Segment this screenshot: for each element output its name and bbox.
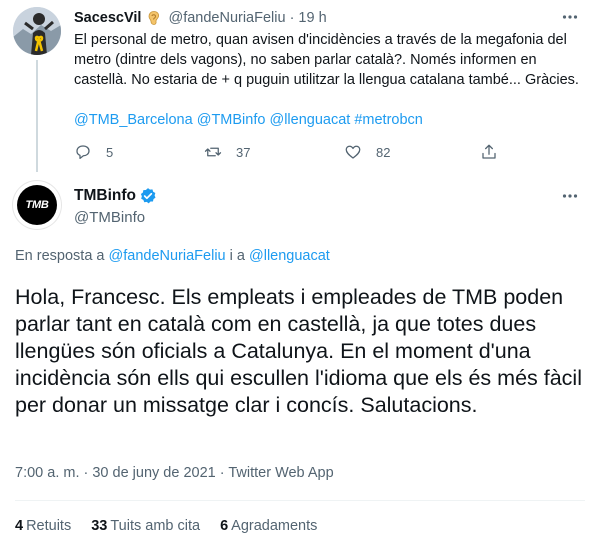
hashtag-link[interactable]: #metrobcn [354, 112, 423, 128]
display-name[interactable]: TMBinfo [74, 187, 136, 205]
tmb-logo: TMB [17, 185, 57, 225]
like-count: 82 [376, 144, 391, 160]
tweet-text: El personal de metro, quan avisen d'inci… [74, 32, 579, 88]
mention-link[interactable]: @llenguacat [269, 112, 350, 128]
mention-link[interactable]: @TMB_Barcelona [74, 112, 193, 128]
share-icon [482, 144, 496, 159]
divider [15, 500, 585, 501]
like-button[interactable]: 82 [344, 141, 390, 163]
timestamp[interactable]: 19 h [298, 10, 326, 26]
retweets-count: 4 [15, 518, 24, 534]
avatar-image [13, 7, 61, 55]
retweets-stat[interactable]: 4 Retuits [15, 518, 71, 534]
tweet-actions: 5 37 82 [74, 141, 514, 163]
more-options-icon[interactable] [560, 186, 580, 206]
thread-line [36, 60, 38, 172]
tweet-text: Hola, Francesc. Els empleats i empleades… [15, 285, 582, 417]
display-name[interactable]: SacescVil [74, 10, 141, 26]
separator-dot: · [289, 10, 295, 26]
tweet-hashtags: @TMB_Barcelona @TMBinfo @llenguacat #met… [74, 110, 584, 130]
tweet-header: SacescVil @fandeNuriaFeliu · 19 h [74, 9, 327, 27]
ear-icon [146, 10, 162, 26]
replying-to: En resposta a @fandeNuriaFeliu i a @llen… [15, 248, 330, 264]
mention-link[interactable]: @llenguacat [249, 248, 330, 264]
reply-join: i a [229, 248, 245, 264]
mention-link[interactable]: @fandeNuriaFeliu [109, 248, 226, 264]
username[interactable]: @fandeNuriaFeliu [168, 10, 285, 26]
reply-icon [76, 145, 90, 160]
retweets-label: Retuits [26, 518, 72, 534]
quotes-count: 33 [91, 518, 108, 534]
quotes-label: Tuits amb cita [110, 518, 201, 534]
more-options-icon[interactable] [560, 7, 580, 27]
tweet-stats: 4 Retuits 33 Tuits amb cita 6 Agradaments [15, 518, 337, 534]
reply-button[interactable]: 5 [74, 141, 113, 163]
retweet-button[interactable]: 37 [204, 141, 250, 163]
reply-count: 5 [106, 144, 114, 160]
tweet-meta[interactable]: 7:00 a. m. · 30 de juny de 2021 · Twitte… [15, 465, 334, 481]
parent-tweet[interactable]: SacescVil @fandeNuriaFeliu · 19 h El per… [0, 0, 595, 172]
heart-icon [345, 145, 361, 159]
avatar[interactable] [13, 7, 61, 55]
retweet-icon [204, 147, 222, 157]
reply-prefix: En resposta a [15, 248, 105, 264]
likes-stat[interactable]: 6 Agradaments [220, 518, 317, 534]
username[interactable]: @TMBinfo [74, 209, 145, 226]
verified-badge-icon [139, 187, 157, 205]
avatar[interactable]: TMB [13, 181, 61, 229]
display-name-row: TMBinfo [74, 187, 157, 205]
share-button[interactable] [480, 141, 498, 163]
likes-count: 6 [220, 518, 229, 534]
quotes-stat[interactable]: 33 Tuits amb cita [91, 518, 200, 534]
mention-link[interactable]: @TMBinfo [197, 112, 266, 128]
likes-label: Agradaments [231, 518, 318, 534]
retweet-count: 37 [236, 144, 251, 160]
